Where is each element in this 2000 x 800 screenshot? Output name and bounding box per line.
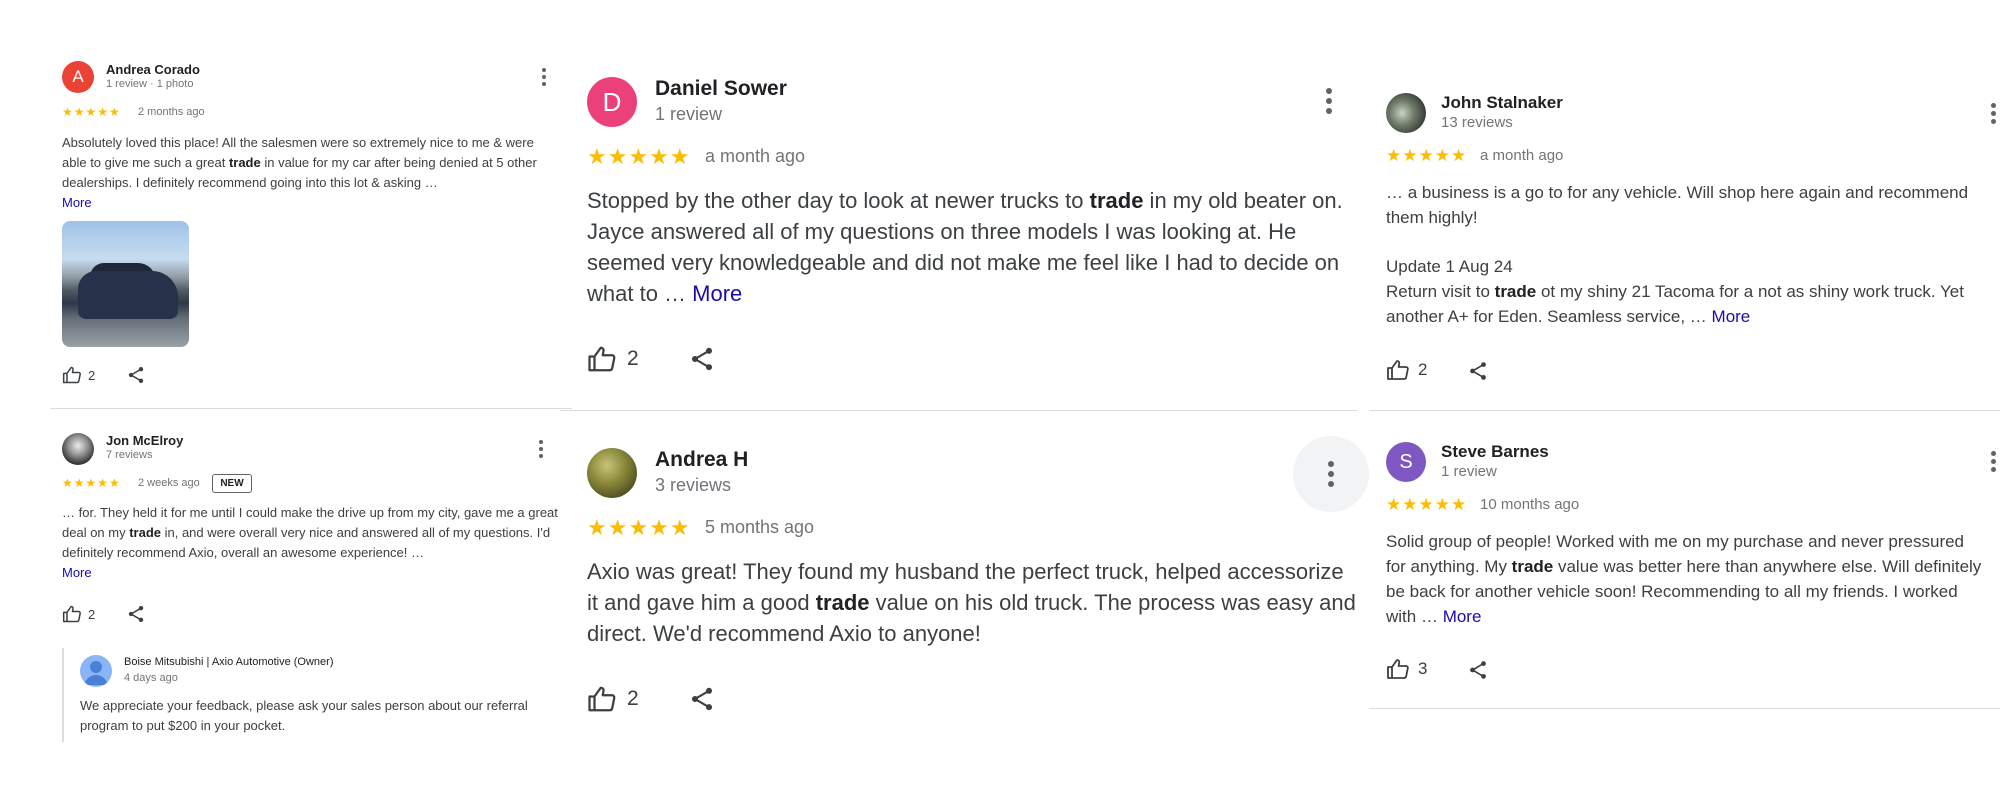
reviewer-name[interactable]: Andrea Corado [106,62,200,77]
review-photo[interactable] [62,221,189,347]
share-button[interactable] [688,344,716,374]
like-count: 2 [627,347,639,370]
review-date: 2 weeks ago [138,477,200,489]
reviewer-meta: 1 review [655,104,723,124]
like-button[interactable]: 2 [1386,357,1427,383]
reviewer-meta: 3 reviews [655,475,732,495]
avatar[interactable]: A [62,61,94,93]
review-divider [560,410,1357,411]
owner-name: Boise Mitsubishi | Axio Automotive (Owne… [124,656,334,668]
owner-reply-date: 4 days ago [124,672,178,684]
share-button[interactable] [688,684,716,714]
reviewer-meta: 1 review · 1 photo [106,78,194,90]
keyword-highlight: trade [1511,557,1554,576]
more-link[interactable]: More [692,281,742,306]
keyword-highlight: trade [129,525,161,540]
more-options-icon[interactable] [1293,436,1369,512]
reviewer-meta: 1 review [1441,463,1497,480]
reviewer-name[interactable]: Jon McElroy [106,433,183,448]
star-rating: ★★★★★ [1386,495,1468,514]
like-count: 2 [88,367,96,383]
avatar[interactable] [587,448,637,498]
like-count: 2 [88,606,96,622]
review-text: Stopped by the other day to look at newe… [587,188,1343,306]
thumbs-up-icon [588,686,616,712]
update-label: Update 1 Aug 24 [1386,257,1513,276]
review-text: Solid group of people! Worked with me on… [1386,532,1982,626]
more-link[interactable]: More [62,565,92,580]
star-rating: ★★★★★ [587,144,691,169]
share-icon [128,606,144,622]
owner-reply-text: We appreciate your feedback, please ask … [80,698,528,733]
review-date: a month ago [1480,147,1564,164]
review-date: 2 months ago [138,106,205,118]
review-date: 5 months ago [705,517,815,537]
avatar[interactable]: S [1386,442,1426,482]
share-button[interactable] [1467,358,1489,384]
keyword-highlight: trade [1089,188,1144,213]
like-count: 3 [1418,659,1428,678]
share-button[interactable] [126,603,146,625]
review-text: … a business is a go to for any vehicle.… [1386,183,1969,227]
star-rating: ★★★★★ [62,476,121,490]
share-icon [1470,661,1486,679]
reviewer-meta: 7 reviews [106,449,153,461]
keyword-highlight: trade [1494,282,1537,301]
owner-response-bar [62,648,64,742]
reviewer-name[interactable]: Daniel Sower [655,77,787,101]
more-options-icon[interactable] [1978,446,2000,476]
avatar[interactable] [62,433,94,465]
share-button[interactable] [126,364,146,386]
like-button[interactable]: 2 [587,684,639,714]
review-text: Axio was great! They found my husband th… [587,559,1356,646]
share-button[interactable] [1467,657,1489,683]
like-count: 2 [1418,360,1428,379]
avatar[interactable] [1386,93,1426,133]
more-options-icon[interactable] [528,436,554,462]
review-divider [1369,708,2000,709]
owner-avatar [80,655,112,687]
person-icon [84,661,108,685]
avatar[interactable]: D [587,77,637,127]
thumbs-up-icon [1387,659,1409,679]
like-button[interactable]: 2 [62,364,95,386]
review-divider [1369,410,2000,411]
review-date: a month ago [705,146,806,166]
review-update-text: Return visit to trade ot my shiny 21 Tac… [1386,282,1964,326]
reviewer-meta: 13 reviews [1441,114,1513,131]
more-link[interactable]: More [1712,307,1751,326]
reviewer-name[interactable]: Andrea H [655,448,748,472]
keyword-highlight: trade [228,155,261,170]
more-link[interactable]: More [62,195,92,210]
thumbs-up-icon [62,366,81,384]
review-text: Absolutely loved this place! All the sal… [62,135,537,210]
like-button[interactable]: 2 [587,344,639,374]
share-icon [691,347,713,371]
reviewer-name[interactable]: Steve Barnes [1441,442,1549,462]
share-icon [128,367,144,383]
review-date: 10 months ago [1480,496,1580,513]
star-rating: ★★★★★ [1386,146,1468,165]
star-rating: ★★★★★ [62,105,121,119]
more-options-icon[interactable] [1978,98,2000,128]
new-badge: NEW [212,474,252,493]
like-button[interactable]: 2 [62,603,95,625]
more-options-icon[interactable] [531,64,557,90]
reviewer-name[interactable]: John Stalnaker [1441,93,1563,113]
share-icon [691,687,713,711]
share-icon [1470,362,1486,380]
star-rating: ★★★★★ [587,515,691,540]
keyword-highlight: trade [815,590,870,615]
review-divider [50,408,572,409]
thumbs-up-icon [1387,360,1409,380]
like-count: 2 [627,687,639,710]
thumbs-up-icon [62,605,81,623]
review-text: … for. They held it for me until I could… [62,505,558,580]
more-link[interactable]: More [1443,607,1482,626]
like-button[interactable]: 3 [1386,656,1427,682]
thumbs-up-icon [588,346,616,372]
more-options-icon[interactable] [1309,81,1349,121]
